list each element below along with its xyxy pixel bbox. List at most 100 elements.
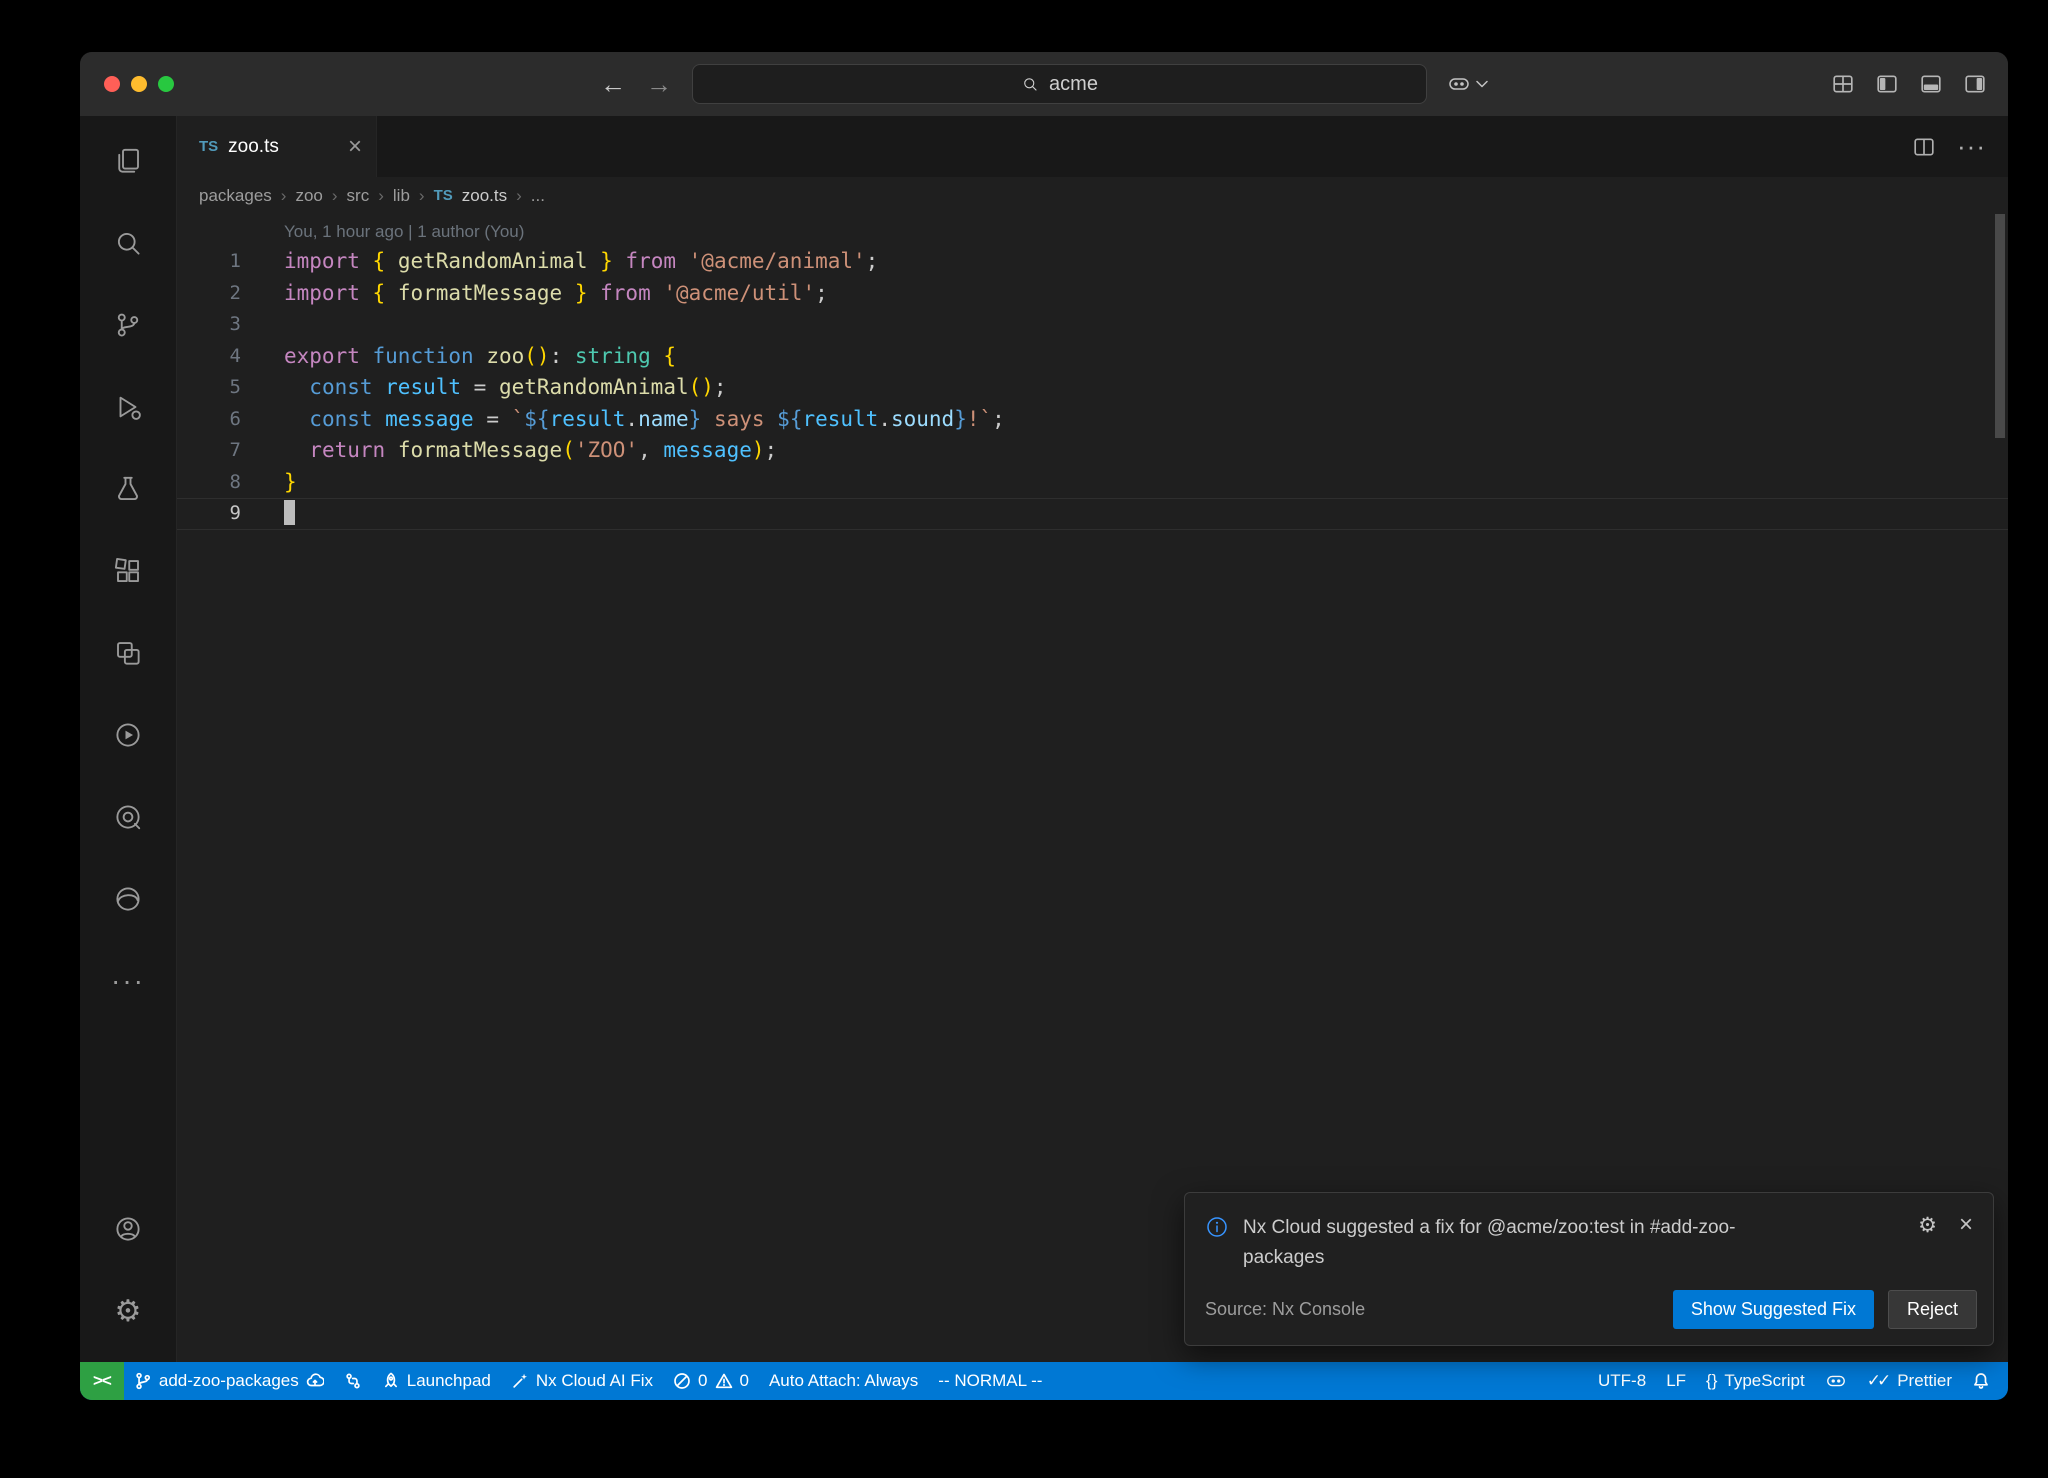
show-suggested-fix-button[interactable]: Show Suggested Fix xyxy=(1673,1290,1874,1329)
breadcrumb-tail[interactable]: ... xyxy=(531,186,545,206)
copilot-menu[interactable] xyxy=(1447,72,1488,96)
tab-close-icon[interactable]: × xyxy=(348,135,362,159)
zoom-window-button[interactable] xyxy=(158,76,174,92)
search-icon xyxy=(1021,75,1039,93)
forward-button[interactable]: → xyxy=(646,71,672,97)
code-lines: 1import { getRandomAnimal } from '@acme/… xyxy=(177,246,2008,530)
search-value: acme xyxy=(1049,73,1098,96)
split-editor-icon[interactable] xyxy=(1913,136,1935,158)
breadcrumb-item[interactable]: src xyxy=(347,186,370,206)
auto-attach-status[interactable]: Auto Attach: Always xyxy=(759,1362,928,1400)
code-line[interactable]: 2import { formatMessage } from '@acme/ut… xyxy=(177,278,2008,310)
errors-icon xyxy=(673,1372,691,1390)
minimize-window-button[interactable] xyxy=(131,76,147,92)
block-cursor xyxy=(284,500,295,525)
code-line[interactable]: 3 xyxy=(177,309,2008,341)
tab-label: zoo.ts xyxy=(228,136,279,158)
copilot-icon xyxy=(1825,1370,1847,1392)
play-circle-icon[interactable] xyxy=(80,694,176,776)
line-number: 6 xyxy=(177,404,241,436)
notification-settings-icon[interactable]: ⚙ xyxy=(1918,1213,1937,1238)
code-line[interactable]: 1import { getRandomAnimal } from '@acme/… xyxy=(177,246,2008,278)
code-line[interactable]: 5 const result = getRandomAnimal(); xyxy=(177,372,2008,404)
code-line[interactable]: 8} xyxy=(177,467,2008,499)
source-control-icon[interactable] xyxy=(80,284,176,366)
code-line[interactable]: 9 xyxy=(177,498,2008,530)
typescript-file-icon: TS xyxy=(199,138,218,155)
vscode-window: ← → acme xyxy=(80,52,2008,1400)
git-compare-status[interactable] xyxy=(334,1362,372,1400)
copilot-status[interactable] xyxy=(1815,1362,1857,1400)
nx-cloud-fix-status[interactable]: Nx Cloud AI Fix xyxy=(501,1362,663,1400)
chevron-down-icon xyxy=(1476,80,1488,88)
language-status[interactable]: {} TypeScript xyxy=(1696,1362,1815,1400)
code-editor[interactable]: You, 1 hour ago | 1 author (You) 1import… xyxy=(177,214,2008,1362)
activity-bar: ··· ⚙ xyxy=(80,116,177,1362)
notification-message: Nx Cloud suggested a fix for @acme/zoo:t… xyxy=(1243,1213,1803,1272)
notification-close-icon[interactable]: × xyxy=(1959,1213,1973,1237)
settings-gear-icon[interactable]: ⚙ xyxy=(80,1270,176,1352)
line-number: 9 xyxy=(177,498,241,530)
edge-devtools-icon[interactable] xyxy=(80,858,176,940)
toggle-primary-sidebar-icon[interactable] xyxy=(1876,73,1898,95)
typescript-file-icon: TS xyxy=(434,187,453,204)
tab-zoo-ts[interactable]: TS zoo.ts × xyxy=(177,116,377,177)
git-compare-icon xyxy=(344,1372,362,1390)
editor-more-actions-icon[interactable]: ··· xyxy=(1957,131,1986,162)
remote-indicator[interactable]: >< xyxy=(80,1362,124,1400)
line-number: 4 xyxy=(177,341,241,373)
line-number: 7 xyxy=(177,435,241,467)
code-line[interactable]: 4export function zoo(): string { xyxy=(177,341,2008,373)
command-center-search[interactable]: acme xyxy=(692,64,1427,104)
search-sidebar-icon[interactable] xyxy=(80,202,176,284)
launchpad-status[interactable]: Launchpad xyxy=(372,1362,501,1400)
breadcrumb-item[interactable]: zoo xyxy=(295,186,322,206)
code-line[interactable]: 6 const message = `${result.name} says $… xyxy=(177,404,2008,436)
encoding-status[interactable]: UTF-8 xyxy=(1588,1362,1656,1400)
breadcrumb-file[interactable]: zoo.ts xyxy=(462,186,507,206)
title-bar: ← → acme xyxy=(80,52,2008,116)
more-views-icon[interactable]: ··· xyxy=(80,940,176,1022)
remote-icon: >< xyxy=(93,1371,111,1391)
scrollbar-thumb[interactable] xyxy=(1995,214,2005,438)
warnings-icon xyxy=(715,1372,733,1390)
git-branch-icon xyxy=(134,1372,152,1390)
wand-icon xyxy=(511,1372,529,1390)
gitlens-blame: You, 1 hour ago | 1 author (You) xyxy=(177,218,2008,246)
notifications-bell[interactable] xyxy=(1962,1362,2000,1400)
tab-bar: TS zoo.ts × ··· xyxy=(177,116,2008,177)
close-window-button[interactable] xyxy=(104,76,120,92)
toggle-panel-icon[interactable] xyxy=(1920,73,1942,95)
info-icon xyxy=(1205,1215,1229,1239)
bell-icon xyxy=(1972,1372,1990,1390)
eol-status[interactable]: LF xyxy=(1656,1362,1696,1400)
back-button[interactable]: ← xyxy=(600,71,626,97)
line-number: 2 xyxy=(177,278,241,310)
line-number: 1 xyxy=(177,246,241,278)
branch-status[interactable]: add-zoo-packages xyxy=(124,1362,334,1400)
problems-status[interactable]: 0 0 xyxy=(663,1362,759,1400)
breadcrumb-item[interactable]: lib xyxy=(393,186,410,206)
accounts-icon[interactable] xyxy=(80,1188,176,1270)
inspect-circle-icon[interactable] xyxy=(80,776,176,858)
vim-mode-status[interactable]: -- NORMAL -- xyxy=(928,1362,1052,1400)
reject-button[interactable]: Reject xyxy=(1888,1290,1977,1329)
customize-layout-icon[interactable] xyxy=(1832,73,1854,95)
breadcrumb-item[interactable]: packages xyxy=(199,186,272,206)
double-check-icon: ✓✓ xyxy=(1867,1371,1891,1391)
code-line[interactable]: 7 return formatMessage('ZOO', message); xyxy=(177,435,2008,467)
line-number: 8 xyxy=(177,467,241,499)
breadcrumb: packages › zoo › src › lib › TS zoo.ts ›… xyxy=(177,177,2008,214)
notification-toast: Nx Cloud suggested a fix for @acme/zoo:t… xyxy=(1184,1192,1994,1346)
extensions-icon[interactable] xyxy=(80,530,176,612)
braces-icon: {} xyxy=(1706,1371,1717,1391)
status-bar: >< add-zoo-packages Launchpad Nx Cloud A… xyxy=(80,1362,2008,1400)
prettier-status[interactable]: ✓✓ Prettier xyxy=(1857,1362,1962,1400)
remote-explorer-icon[interactable] xyxy=(80,612,176,694)
run-debug-icon[interactable] xyxy=(80,366,176,448)
line-number: 5 xyxy=(177,372,241,404)
explorer-icon[interactable] xyxy=(80,120,176,202)
testing-icon[interactable] xyxy=(80,448,176,530)
copilot-icon xyxy=(1447,72,1471,96)
toggle-secondary-sidebar-icon[interactable] xyxy=(1964,73,1986,95)
